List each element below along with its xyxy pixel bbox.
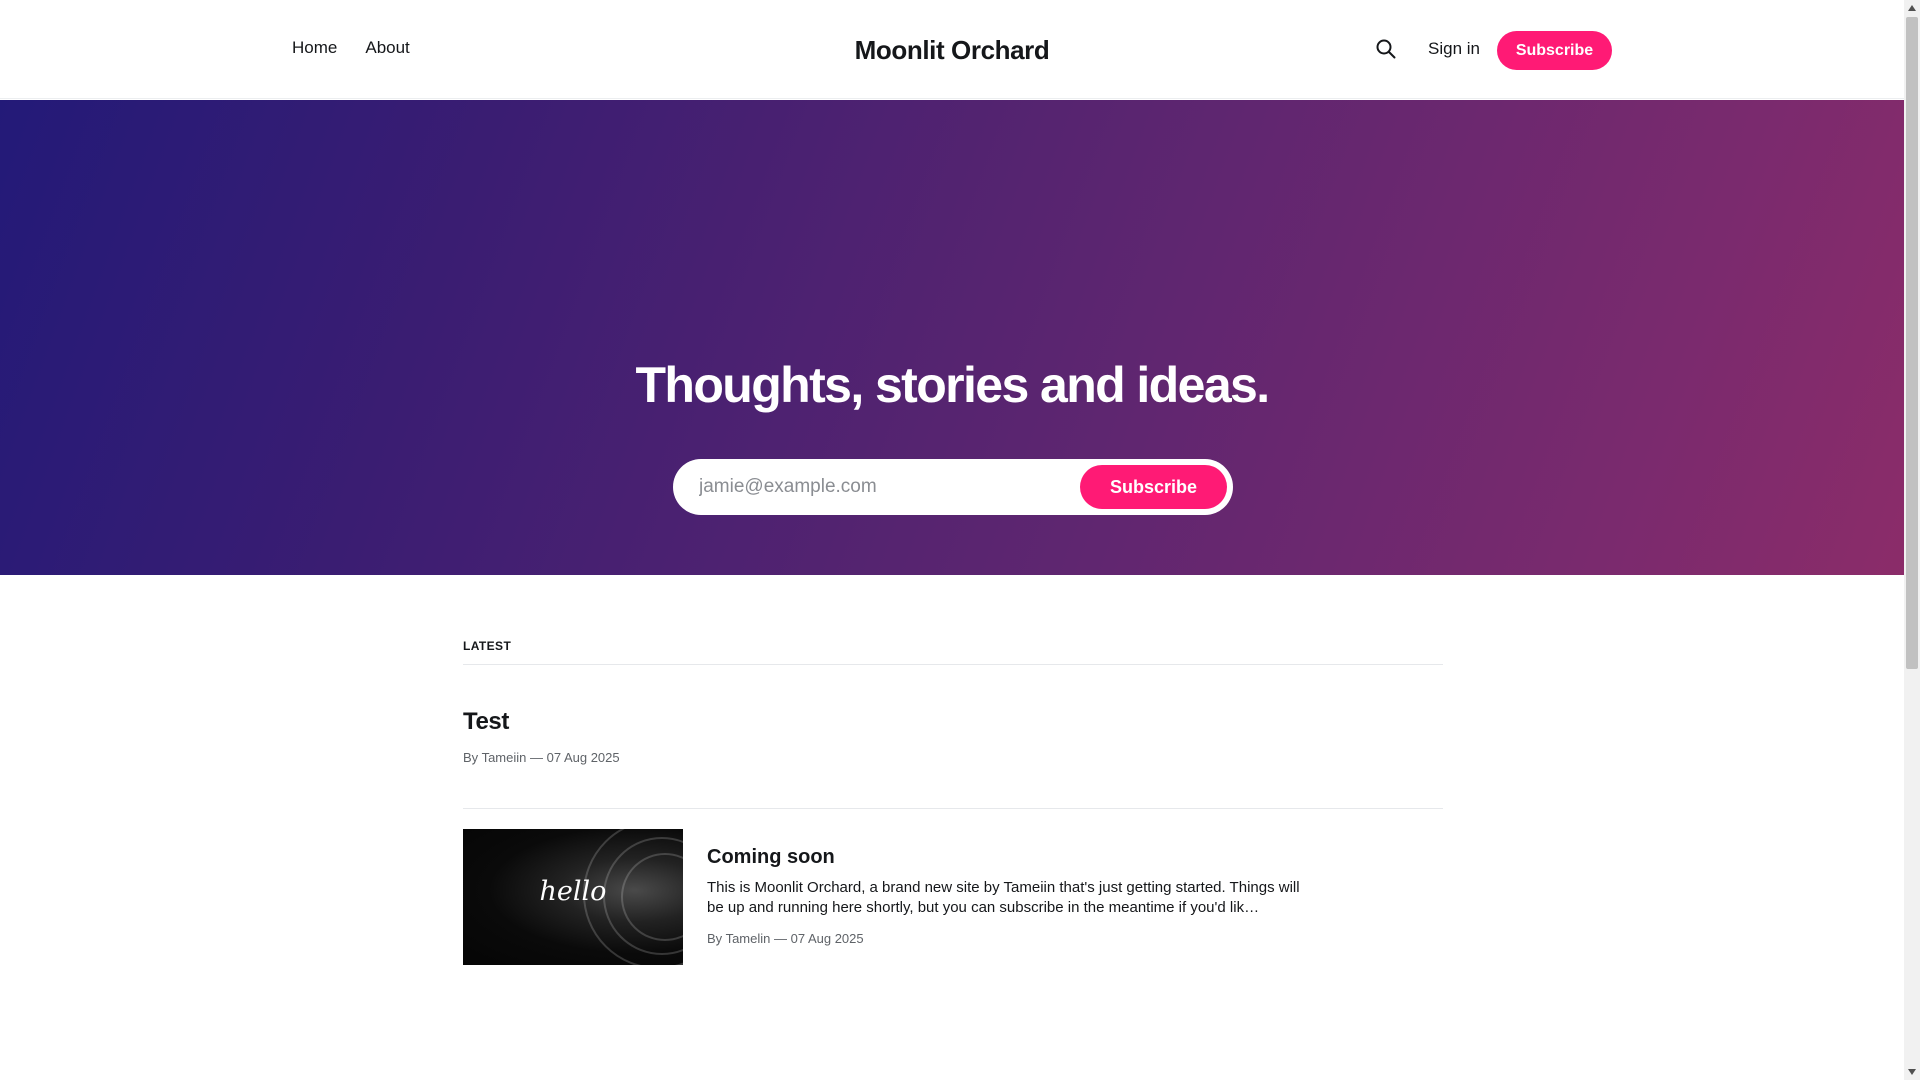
hero-banner: Thoughts, stories and ideas. Subscribe (0, 100, 1904, 575)
section-label: LATEST (463, 639, 512, 653)
site-header: Home About Moonlit Orchard Sign in Subsc… (0, 0, 1904, 99)
scroll-up-arrow-icon[interactable] (1904, 0, 1920, 16)
search-icon[interactable] (1374, 37, 1398, 61)
sign-in-link[interactable]: Sign in (1428, 39, 1480, 59)
post-date: 07 Aug 2025 (790, 931, 864, 946)
author-prefix: By (463, 750, 479, 765)
hero-title: Thoughts, stories and ideas. (635, 357, 1270, 413)
divider (463, 664, 1443, 665)
meta-separator: — (773, 931, 787, 946)
page: Home About Moonlit Orchard Sign in Subsc… (0, 0, 1904, 1080)
email-input[interactable] (699, 459, 1039, 515)
scrollbar-thumb[interactable] (1906, 17, 1918, 669)
post-title[interactable]: Coming soon (707, 846, 835, 869)
scroll-down-arrow-icon[interactable] (1904, 1064, 1920, 1080)
post-excerpt: This is Moonlit Orchard, a brand new sit… (707, 879, 1300, 916)
post-title[interactable]: Test (463, 708, 509, 736)
post-meta: By Tamelin — 07 Aug 2025 (707, 931, 864, 946)
post-feature-image[interactable]: hello (463, 829, 683, 965)
header-subscribe-button[interactable]: Subscribe (1497, 31, 1612, 70)
image-caption: hello (539, 876, 607, 907)
post-date: 07 Aug 2025 (546, 750, 620, 765)
author-name[interactable]: Tameiin (482, 750, 527, 765)
post-meta: By Tameiin — 07 Aug 2025 (463, 750, 620, 765)
meta-separator: — (529, 750, 543, 765)
subscribe-form: Subscribe (673, 459, 1233, 515)
author-prefix: By (707, 931, 723, 946)
divider (463, 808, 1443, 809)
author-name[interactable]: Tamelin (726, 931, 771, 946)
site-title: Moonlit Orchard (0, 35, 1904, 66)
site-title-link[interactable]: Moonlit Orchard (855, 35, 1050, 65)
hero-subscribe-button[interactable]: Subscribe (1080, 465, 1227, 509)
